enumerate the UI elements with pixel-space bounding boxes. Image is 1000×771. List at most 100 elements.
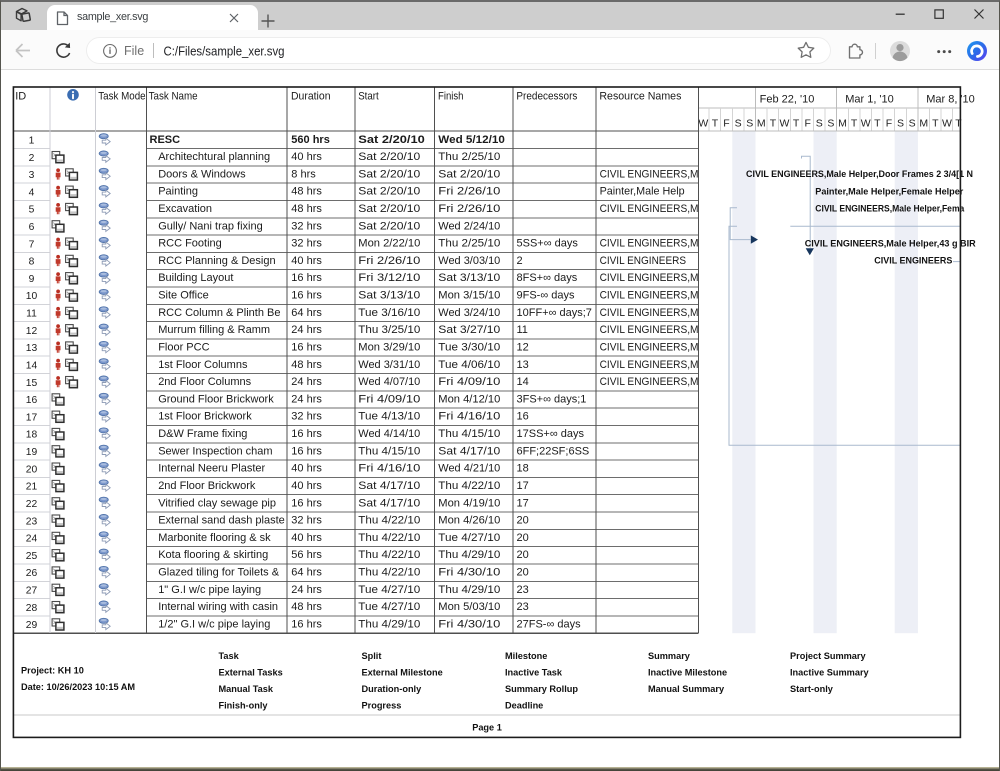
svg-text:T: T xyxy=(874,118,881,130)
svg-text:13: 13 xyxy=(26,343,38,354)
svg-text:Mar 1, '10: Mar 1, '10 xyxy=(845,94,894,106)
svg-text:Mon 3/29/10: Mon 3/29/10 xyxy=(358,342,420,354)
svg-text:Fri 4/16/10: Fri 4/16/10 xyxy=(438,411,500,423)
svg-text:32 hrs: 32 hrs xyxy=(291,515,322,527)
svg-text:16 hrs: 16 hrs xyxy=(291,272,322,284)
svg-text:Task: Task xyxy=(219,651,240,661)
svg-text:27: 27 xyxy=(26,586,38,597)
svg-text:Sat 4/17/10: Sat 4/17/10 xyxy=(358,480,420,492)
svg-text:8FS+∞ days: 8FS+∞ days xyxy=(517,272,578,284)
svg-text:10: 10 xyxy=(26,291,38,302)
svg-text:F: F xyxy=(804,118,810,130)
svg-text:Wed 4/14/10: Wed 4/14/10 xyxy=(358,428,420,440)
svg-text:17SS+∞ days: 17SS+∞ days xyxy=(517,428,585,440)
svg-text:Page 1: Page 1 xyxy=(472,723,502,733)
svg-text:10FF+∞ days;7: 10FF+∞ days;7 xyxy=(517,307,592,319)
svg-text:Tue 3/16/10: Tue 3/16/10 xyxy=(358,307,420,319)
svg-text:Mon 4/26/10: Mon 4/26/10 xyxy=(438,515,500,527)
svg-text:Painter,Male Helper,Female Hel: Painter,Male Helper,Female Helper xyxy=(815,186,963,196)
svg-text:Fri 2/26/10: Fri 2/26/10 xyxy=(358,255,420,267)
svg-text:17: 17 xyxy=(517,480,529,492)
svg-text:Building Layout: Building Layout xyxy=(158,272,233,284)
svg-text:Sat 4/17/10: Sat 4/17/10 xyxy=(438,445,500,457)
svg-text:9FS-∞ days: 9FS-∞ days xyxy=(517,290,575,302)
svg-text:Fri 2/26/10: Fri 2/26/10 xyxy=(438,186,500,198)
svg-text:Internal wiring with casin: Internal wiring with casin xyxy=(158,601,278,613)
svg-text:Finish: Finish xyxy=(438,91,464,103)
svg-text:Start: Start xyxy=(358,91,379,103)
svg-text:Sat 2/20/10: Sat 2/20/10 xyxy=(358,151,420,163)
svg-text:Task Mode: Task Mode xyxy=(98,91,145,103)
svg-text:1st Floor Columns: 1st Floor Columns xyxy=(158,359,248,371)
svg-text:Finish-only: Finish-only xyxy=(219,701,269,711)
svg-text:Thu 4/22/10: Thu 4/22/10 xyxy=(358,549,420,561)
svg-text:S: S xyxy=(897,118,904,130)
svg-text:32 hrs: 32 hrs xyxy=(291,220,322,232)
svg-text:22: 22 xyxy=(26,499,38,510)
svg-text:W: W xyxy=(861,118,871,130)
svg-text:20: 20 xyxy=(517,515,529,527)
svg-text:Thu 4/29/10: Thu 4/29/10 xyxy=(438,549,500,561)
svg-text:Tue 4/27/10: Tue 4/27/10 xyxy=(358,584,420,596)
svg-text:2nd Floor Columns: 2nd Floor Columns xyxy=(158,376,251,388)
svg-text:27FS-∞ days: 27FS-∞ days xyxy=(517,618,582,630)
svg-text:Painter,Male Help: Painter,Male Help xyxy=(600,186,685,198)
svg-text:8: 8 xyxy=(29,257,35,268)
svg-text:ID: ID xyxy=(15,91,26,103)
svg-text:Fri 2/26/10: Fri 2/26/10 xyxy=(438,203,500,215)
svg-text:18: 18 xyxy=(26,430,38,441)
svg-text:Sat 2/20/10: Sat 2/20/10 xyxy=(358,168,420,180)
svg-text:Inactive Milestone: Inactive Milestone xyxy=(648,667,727,677)
svg-text:1st Floor Brickwork: 1st Floor Brickwork xyxy=(158,411,252,423)
svg-text:9: 9 xyxy=(29,274,35,285)
svg-text:12: 12 xyxy=(517,342,529,354)
svg-text:Sat 2/20/10: Sat 2/20/10 xyxy=(438,168,500,180)
svg-text:Floor PCC: Floor PCC xyxy=(158,342,209,354)
svg-text:5SS+∞ days: 5SS+∞ days xyxy=(517,238,579,250)
svg-text:24 hrs: 24 hrs xyxy=(291,393,322,405)
svg-text:Project: KH 10: Project: KH 10 xyxy=(21,665,84,675)
svg-text:1: 1 xyxy=(29,135,35,146)
svg-text:48 hrs: 48 hrs xyxy=(291,186,322,198)
svg-text:CIVIL ENGINEERS,M: CIVIL ENGINEERS,M xyxy=(600,168,699,180)
svg-text:CIVIL ENGINEERS,M: CIVIL ENGINEERS,M xyxy=(600,290,699,302)
svg-text:Ground Floor Brickwork: Ground Floor Brickwork xyxy=(158,393,274,405)
svg-text:24 hrs: 24 hrs xyxy=(291,584,322,596)
svg-text:48 hrs: 48 hrs xyxy=(291,601,322,613)
svg-text:Wed 4/07/10: Wed 4/07/10 xyxy=(358,376,420,388)
svg-text:64 hrs: 64 hrs xyxy=(291,567,322,579)
svg-text:Tue 4/27/10: Tue 4/27/10 xyxy=(438,532,500,544)
svg-text:Milestone: Milestone xyxy=(505,651,547,661)
svg-text:Murrum filling & Ramm: Murrum filling & Ramm xyxy=(158,324,270,336)
svg-text:File: File xyxy=(124,44,144,58)
svg-text:40 hrs: 40 hrs xyxy=(291,532,322,544)
svg-text:24 hrs: 24 hrs xyxy=(291,376,322,388)
svg-text:23: 23 xyxy=(517,601,529,613)
svg-text:20: 20 xyxy=(26,464,38,475)
svg-text:16 hrs: 16 hrs xyxy=(291,342,322,354)
svg-text:21: 21 xyxy=(26,482,38,493)
svg-text:5: 5 xyxy=(29,205,35,216)
svg-text:20: 20 xyxy=(517,567,529,579)
svg-text:16 hrs: 16 hrs xyxy=(291,497,322,509)
svg-text:Thu 2/25/10: Thu 2/25/10 xyxy=(438,238,500,250)
svg-text:Split: Split xyxy=(362,651,382,661)
svg-text:18: 18 xyxy=(517,463,529,475)
svg-text:Vitrified clay sewage pip: Vitrified clay sewage pip xyxy=(158,497,276,509)
svg-text:1/2" G.I w/c pipe laying: 1/2" G.I w/c pipe laying xyxy=(158,618,270,630)
svg-text:CIVIL ENGINEERS,M: CIVIL ENGINEERS,M xyxy=(600,272,699,284)
svg-text:Start-only: Start-only xyxy=(790,684,834,694)
svg-text:17: 17 xyxy=(26,412,38,423)
svg-text:F: F xyxy=(886,118,892,130)
svg-text:64 hrs: 64 hrs xyxy=(291,307,322,319)
svg-text:CIVIL ENGINEERS,Male Helper,43: CIVIL ENGINEERS,Male Helper,43 g BIR xyxy=(805,238,976,248)
svg-text:External sand dash plaste: External sand dash plaste xyxy=(158,515,285,527)
svg-text:M: M xyxy=(919,118,928,130)
svg-text:Predecessors: Predecessors xyxy=(516,91,577,103)
svg-text:CIVIL ENGINEERS,M: CIVIL ENGINEERS,M xyxy=(600,238,699,250)
svg-text:C:/Files/sample_xer.svg: C:/Files/sample_xer.svg xyxy=(164,43,285,58)
svg-text:S: S xyxy=(746,118,753,130)
svg-text:32 hrs: 32 hrs xyxy=(291,411,322,423)
svg-text:Inactive Summary: Inactive Summary xyxy=(790,667,870,677)
svg-text:28: 28 xyxy=(26,603,38,614)
